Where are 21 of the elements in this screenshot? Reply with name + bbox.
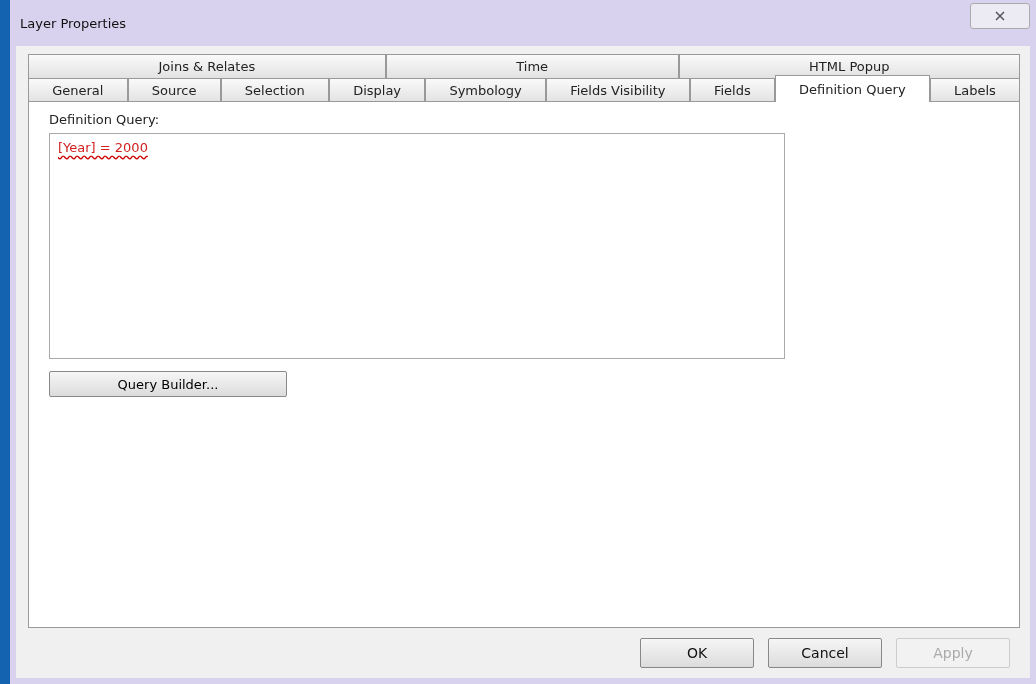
tab[interactable]: Source — [127, 78, 221, 102]
tab[interactable]: Fields — [689, 78, 775, 102]
query-text-area[interactable]: [Year] = 2000 — [49, 133, 785, 359]
query-builder-button[interactable]: Query Builder... — [49, 371, 287, 397]
tab[interactable]: Fields Visibility — [545, 78, 690, 102]
field-label: Definition Query: — [49, 112, 161, 127]
tab[interactable]: General — [28, 78, 128, 102]
tab[interactable]: Display — [328, 78, 426, 102]
tab[interactable]: HTML Popup — [678, 54, 1020, 78]
query-text: [Year] = 2000 — [58, 140, 148, 157]
window-title: Layer Properties — [20, 15, 127, 31]
tab[interactable]: Selection — [220, 78, 329, 102]
tab[interactable]: Labels — [929, 78, 1021, 102]
tab[interactable]: Joins & Relates — [28, 54, 386, 78]
close-button[interactable] — [970, 3, 1030, 29]
dialog-button[interactable]: OK — [640, 638, 754, 668]
tab[interactable]: Symbology — [425, 78, 546, 102]
tab[interactable]: Time — [385, 54, 679, 78]
tab[interactable]: Definition Query — [774, 75, 930, 102]
close-icon — [995, 11, 1005, 21]
dialog-button[interactable]: Cancel — [768, 638, 882, 668]
